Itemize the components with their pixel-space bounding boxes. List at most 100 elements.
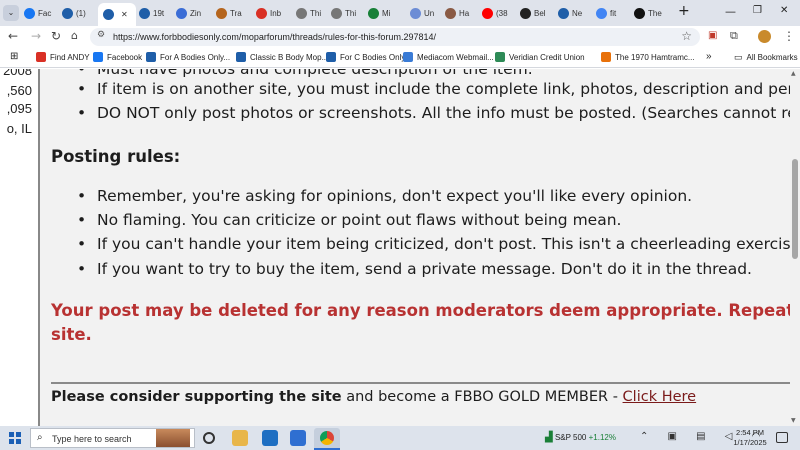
- restore-button[interactable]: ❐: [753, 5, 762, 16]
- bookmark-item[interactable]: Facebook: [93, 52, 142, 62]
- chart-up-icon: ▟: [545, 432, 553, 443]
- tab-favicon-icon: [558, 7, 569, 19]
- outlook-icon[interactable]: [262, 430, 278, 446]
- site-info-icon[interactable]: ⚙: [97, 30, 105, 40]
- posting-rule-item: • No flaming. You can criticize or point…: [77, 211, 621, 229]
- rule-bullet: • Must have photos and complete descript…: [77, 69, 533, 78]
- browser-tab[interactable]: Mi: [368, 4, 404, 22]
- windows-taskbar: ⌕ Type here to search ▟ S&P 500 +1.12% ⌃…: [0, 426, 800, 450]
- tab-favicon-icon: [24, 7, 35, 19]
- notifications-icon[interactable]: [776, 432, 788, 443]
- browser-tab[interactable]: Ha: [445, 4, 481, 22]
- home-button[interactable]: ⌂: [71, 29, 78, 42]
- extension-icon[interactable]: ▣: [708, 30, 717, 41]
- taskbar-clock[interactable]: 2:54 PM 1/17/2025: [730, 428, 770, 448]
- apps-grid-icon[interactable]: ⊞: [10, 51, 18, 62]
- clock-time: 2:54 PM: [736, 428, 764, 437]
- stock-widget[interactable]: ▟ S&P 500 +1.12%: [545, 432, 616, 443]
- store-icon[interactable]: [290, 430, 306, 446]
- browser-tab[interactable]: Ne: [558, 4, 594, 22]
- bookmark-item[interactable]: The 1970 Hamtramc...: [601, 52, 695, 62]
- browser-tab[interactable]: Un: [410, 4, 446, 22]
- scroll-down-arrow-icon[interactable]: ▼: [791, 417, 796, 424]
- search-highlight-image: [156, 429, 190, 447]
- back-button[interactable]: ←: [8, 29, 18, 43]
- browser-tab[interactable]: Thi: [331, 4, 367, 22]
- tab-title: (38: [496, 8, 508, 18]
- minimize-button[interactable]: —: [725, 5, 736, 18]
- tab-strip: ⌄ Fac (1) ✕ 19t Zin Tra Inb Thi Thi Mi Un Ha (38 Bel N…: [0, 0, 800, 26]
- tab-favicon-icon: [139, 7, 150, 19]
- search-icon: ⌕: [37, 432, 43, 443]
- close-tab-icon[interactable]: ✕: [121, 10, 128, 19]
- bullet-dot: •: [77, 187, 87, 205]
- tab-favicon-icon: [445, 7, 456, 19]
- forum-post-content: • Must have photos and complete descript…: [40, 69, 800, 426]
- browser-tab[interactable]: 19t: [139, 4, 175, 22]
- browser-tab[interactable]: Thi: [296, 4, 332, 22]
- bookmark-favicon-icon: [495, 52, 505, 62]
- bookmark-label: Facebook: [107, 52, 143, 62]
- tab-title: Thi: [310, 8, 322, 18]
- forward-button[interactable]: →: [31, 29, 41, 43]
- bullet-dot: •: [77, 69, 87, 78]
- bookmark-item[interactable]: For C Bodies Only: [326, 52, 405, 62]
- task-view-icon[interactable]: [203, 432, 215, 444]
- extensions-puzzle-icon[interactable]: ⧉: [730, 29, 738, 43]
- browser-tab[interactable]: (1): [62, 4, 98, 22]
- bookmark-item[interactable]: Mediacom Webmail...: [403, 52, 494, 62]
- tab-title: Thi: [345, 8, 357, 18]
- new-tab-button[interactable]: +: [678, 3, 690, 19]
- close-window-button[interactable]: ✕: [780, 5, 788, 16]
- bookmark-item[interactable]: Classic B Body Mop...: [236, 52, 328, 62]
- bookmark-label: Mediacom Webmail...: [417, 52, 494, 62]
- taskbar-search-box[interactable]: ⌕ Type here to search: [30, 428, 195, 448]
- browser-tab[interactable]: Inb: [256, 4, 292, 22]
- windows-start-icon[interactable]: [9, 432, 21, 444]
- browser-tab[interactable]: The: [634, 4, 670, 22]
- browser-tab[interactable]: fit: [596, 4, 632, 22]
- bookmark-item[interactable]: Veridian Credit Union: [495, 52, 585, 62]
- scrollbar-thumb[interactable]: [792, 159, 798, 259]
- browser-tab[interactable]: Fac: [24, 4, 60, 22]
- bookmark-item[interactable]: For A Bodies Only...: [146, 52, 230, 62]
- address-bar[interactable]: ⚙ https://www.forbbodiesonly.com/moparfo…: [90, 28, 700, 46]
- bookmark-favicon-icon: [93, 52, 103, 62]
- all-bookmarks-folder[interactable]: ▭ All Bookmarks: [734, 52, 798, 63]
- tab-title: Inb: [270, 8, 282, 18]
- all-bookmarks-label: All Bookmarks: [746, 53, 798, 62]
- file-explorer-icon[interactable]: [232, 430, 248, 446]
- profile-avatar[interactable]: [758, 30, 771, 43]
- support-message: Please consider supporting the site and …: [51, 389, 696, 405]
- gold-member-link[interactable]: Click Here: [623, 389, 697, 405]
- browser-tab[interactable]: (38: [482, 4, 518, 22]
- tab-title: Tra: [230, 8, 242, 18]
- bookmark-star-icon[interactable]: ☆: [681, 29, 692, 43]
- scroll-up-arrow-icon[interactable]: ▲: [791, 70, 796, 77]
- tab-title: Un: [424, 8, 435, 18]
- browser-tab[interactable]: Tra: [216, 4, 252, 22]
- moderation-warning: Your post may be deleted for any reason …: [51, 301, 800, 320]
- bookmark-item[interactable]: Find ANDY: [36, 52, 90, 62]
- browser-tab[interactable]: Zin: [176, 4, 212, 22]
- chrome-taskbar-button[interactable]: [314, 428, 340, 450]
- taskbar-search-placeholder: Type here to search: [52, 434, 132, 444]
- reload-button[interactable]: ↻: [51, 29, 61, 43]
- tab-title: Bel: [534, 8, 546, 18]
- tab-favicon-icon: [520, 7, 531, 19]
- support-bold-text: Please consider supporting the site: [51, 389, 342, 405]
- bookmark-favicon-icon: [601, 52, 611, 62]
- chrome-menu-icon[interactable]: ⋮: [783, 29, 795, 43]
- tab-search-button[interactable]: ⌄: [3, 5, 19, 21]
- market-label: S&P 500: [554, 433, 587, 442]
- browser-tab[interactable]: Bel: [520, 4, 556, 22]
- bookmark-favicon-icon: [146, 52, 156, 62]
- url-text[interactable]: https://www.forbbodiesonly.com/moparforu…: [113, 32, 436, 42]
- bullet-dot: •: [77, 104, 87, 122]
- bookmark-favicon-icon: [403, 52, 413, 62]
- more-bookmarks-chevron-icon[interactable]: »: [706, 51, 712, 62]
- browser-toolbar: ← → ↻ ⌂ ⚙ https://www.forbbodiesonly.com…: [0, 26, 800, 48]
- posting-rule-text: Remember, you're asking for opinions, do…: [97, 187, 693, 205]
- page-scrollbar[interactable]: ▲ ▼: [790, 69, 800, 426]
- tab-active[interactable]: ✕: [98, 3, 136, 26]
